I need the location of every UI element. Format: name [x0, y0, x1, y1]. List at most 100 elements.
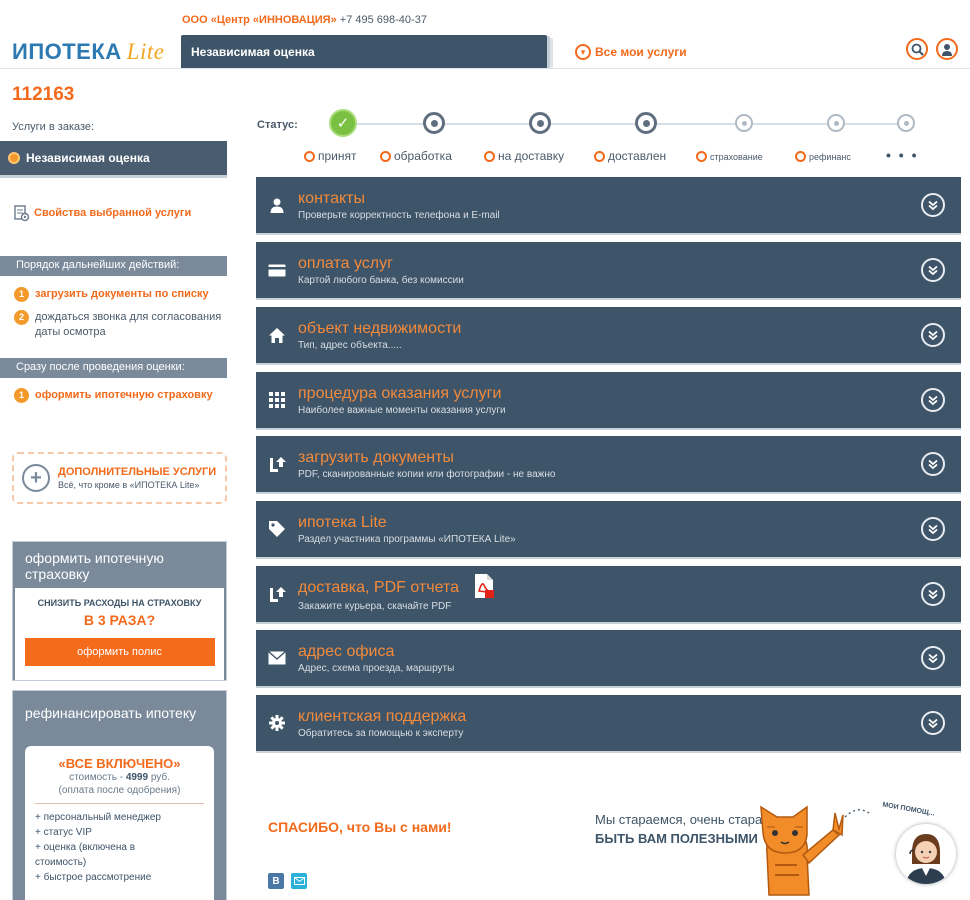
status-node-more [897, 114, 915, 132]
chevron-down-icon [304, 150, 315, 162]
status-node-insurance [735, 114, 753, 132]
section-procedure[interactable]: процедура оказания услуги Наиболее важные… [256, 372, 961, 428]
price-note: (оплата после одобрения) [58, 785, 181, 796]
company-phone: +7 495 698-40-37 [339, 14, 427, 26]
double-chevron-down-icon [928, 200, 938, 211]
company-name: ООО «Центр «ИННОВАЦИЯ» [182, 14, 337, 26]
logo[interactable]: ИПОТЕКА Lite [12, 39, 164, 65]
grid-icon [269, 392, 285, 408]
next-steps-heading: Порядок дальнейших действий: [0, 256, 227, 276]
expand-button[interactable] [921, 193, 945, 217]
all-services-link[interactable]: ▾ Все мои услуги [575, 44, 687, 60]
service-properties-link[interactable]: Свойства выбранной услуги [12, 204, 191, 222]
expand-button[interactable] [921, 258, 945, 282]
section-delivery-pdf[interactable]: доставка, PDF отчета Закажите курьера, с… [256, 566, 961, 622]
section-property[interactable]: объект недвижимости Тип, адрес объекта...… [256, 307, 961, 363]
mail-share-button[interactable] [291, 873, 307, 889]
next-step-item[interactable]: 1 загрузить документы по списку [14, 287, 224, 302]
status-step-label[interactable]: обработка [380, 149, 452, 163]
logo-word: ИПОТЕКА [12, 39, 122, 64]
section-title: адрес офиса [298, 642, 395, 660]
expand-button[interactable] [921, 323, 945, 347]
online-assistant-button[interactable] [896, 824, 956, 884]
tab-independent-evaluation[interactable]: Независимая оценка [181, 35, 547, 68]
search-button[interactable] [906, 38, 928, 60]
document-gear-icon [14, 205, 30, 222]
section-subtitle: Картой любого банка, без комиссии [298, 274, 464, 286]
status-step-text: обработка [394, 149, 452, 163]
selected-service-item[interactable]: Независимая оценка [0, 141, 227, 175]
all-services-label: Все мои услуги [595, 45, 687, 59]
section-office-address[interactable]: адрес офиса Адрес, схема проезда, маршрут… [256, 630, 961, 686]
section-title-row: доставка, PDF отчета [298, 573, 921, 599]
section-title: клиентская поддержка [298, 707, 467, 725]
feature-item: + статус VIP [35, 827, 92, 838]
search-icon [911, 43, 924, 56]
section-ipoteka-lite[interactable]: ипотека Lite Раздел участника программы «… [256, 501, 961, 557]
after-eval-text: оформить ипотечную страховку [35, 389, 213, 401]
expand-button[interactable] [921, 711, 945, 735]
expand-button[interactable] [921, 582, 945, 606]
slogan-line-2: БЫТЬ ВАМ ПОЛЕЗНЫМИ [595, 831, 758, 846]
more-steps-button[interactable]: • • • [886, 147, 918, 163]
section-support[interactable]: клиентская поддержка Обратитесь за помощь… [256, 695, 961, 751]
service-tabs: Независимая оценка [181, 35, 553, 69]
feature-item: + оценка (включена в [35, 842, 136, 853]
status-label: Статус: [257, 119, 298, 131]
additional-services-title: ДОПОЛНИТЕЛЬНЫЕ УСЛУГИ [58, 466, 217, 478]
section-upload-documents[interactable]: загрузить документы PDF, сканированные ко… [256, 436, 961, 492]
after-eval-item[interactable]: 1 оформить ипотечную страховку [14, 388, 224, 403]
status-step-text: рефинанс [809, 151, 851, 162]
vk-icon: В [272, 875, 280, 887]
person-icon [270, 198, 284, 213]
thanks-message: СПАСИБО, что Вы с нами! [268, 819, 452, 835]
step-number-badge: 1 [14, 388, 29, 403]
mail-icon [293, 877, 305, 885]
section-subtitle: Тип, адрес объекта..... [298, 339, 402, 351]
profile-button[interactable] [936, 38, 958, 60]
expand-button[interactable] [921, 517, 945, 541]
double-chevron-down-icon [928, 330, 938, 341]
section-subtitle: Раздел участника программы «ИПОТЕКА Lite… [298, 533, 516, 545]
card-icon [268, 264, 286, 276]
chevron-down-icon [380, 150, 391, 162]
chevron-down-icon: ▾ [575, 44, 591, 60]
refinance-promo-title: «ВСЕ ВКЛЮЧЕНО» [58, 756, 181, 771]
issue-policy-button[interactable]: оформить полис [24, 638, 215, 666]
insurance-promo-heading: оформить ипотечную страховку [25, 550, 164, 582]
status-node-accepted: ✓ [329, 109, 357, 137]
chevron-down-icon [484, 150, 495, 162]
logo-lite: Lite [126, 39, 165, 64]
expand-button[interactable] [921, 388, 945, 412]
status-step-label[interactable]: на доставку [484, 149, 564, 163]
after-eval-heading: Сразу после проведения оценки: [0, 358, 227, 378]
selected-service-label: Независимая оценка [26, 151, 150, 165]
section-payment[interactable]: оплата услуг Картой любого банка, без ком… [256, 242, 961, 298]
services-caption: Услуги в заказе: [12, 121, 95, 133]
helper-caption: МОИ ПОМОЩ... [881, 801, 936, 818]
section-contacts[interactable]: контакты Проверьте корректность телефона … [256, 177, 961, 233]
expand-button[interactable] [921, 646, 945, 670]
section-title: контакты [298, 189, 365, 207]
radio-selected-icon [8, 152, 20, 164]
status-node-to-delivery [529, 112, 551, 134]
double-chevron-down-icon [928, 589, 938, 600]
additional-services-subtitle: Всё, что кроме в «ИПОТЕКА Lite» [58, 480, 200, 490]
home-icon [269, 327, 285, 343]
insurance-promo-tagline: СНИЗИТЬ РАСХОДЫ НА СТРАХОВКУ [37, 598, 202, 608]
price-prefix: стоимость - [69, 772, 124, 783]
section-title: процедура оказания услуги [298, 384, 502, 402]
section-subtitle: PDF, сканированные копии или фотографии … [298, 468, 556, 480]
status-step-label[interactable]: страхование [696, 151, 763, 162]
envelope-icon [268, 651, 286, 665]
next-step-text: дождаться звонка для согласования даты о… [35, 311, 222, 338]
price-suffix: руб. [150, 772, 170, 783]
additional-services-link[interactable]: + ДОПОЛНИТЕЛЬНЫЕ УСЛУГИ Всё, что кроме в… [12, 452, 227, 504]
status-step-label[interactable]: рефинанс [795, 151, 851, 162]
assistant-avatar-icon [896, 824, 956, 884]
vk-share-button[interactable]: В [268, 873, 284, 889]
status-step-label[interactable]: доставлен [594, 149, 666, 163]
expand-button[interactable] [921, 452, 945, 476]
section-title: оплата услуг [298, 254, 393, 272]
status-step-label[interactable]: принят [304, 149, 357, 163]
